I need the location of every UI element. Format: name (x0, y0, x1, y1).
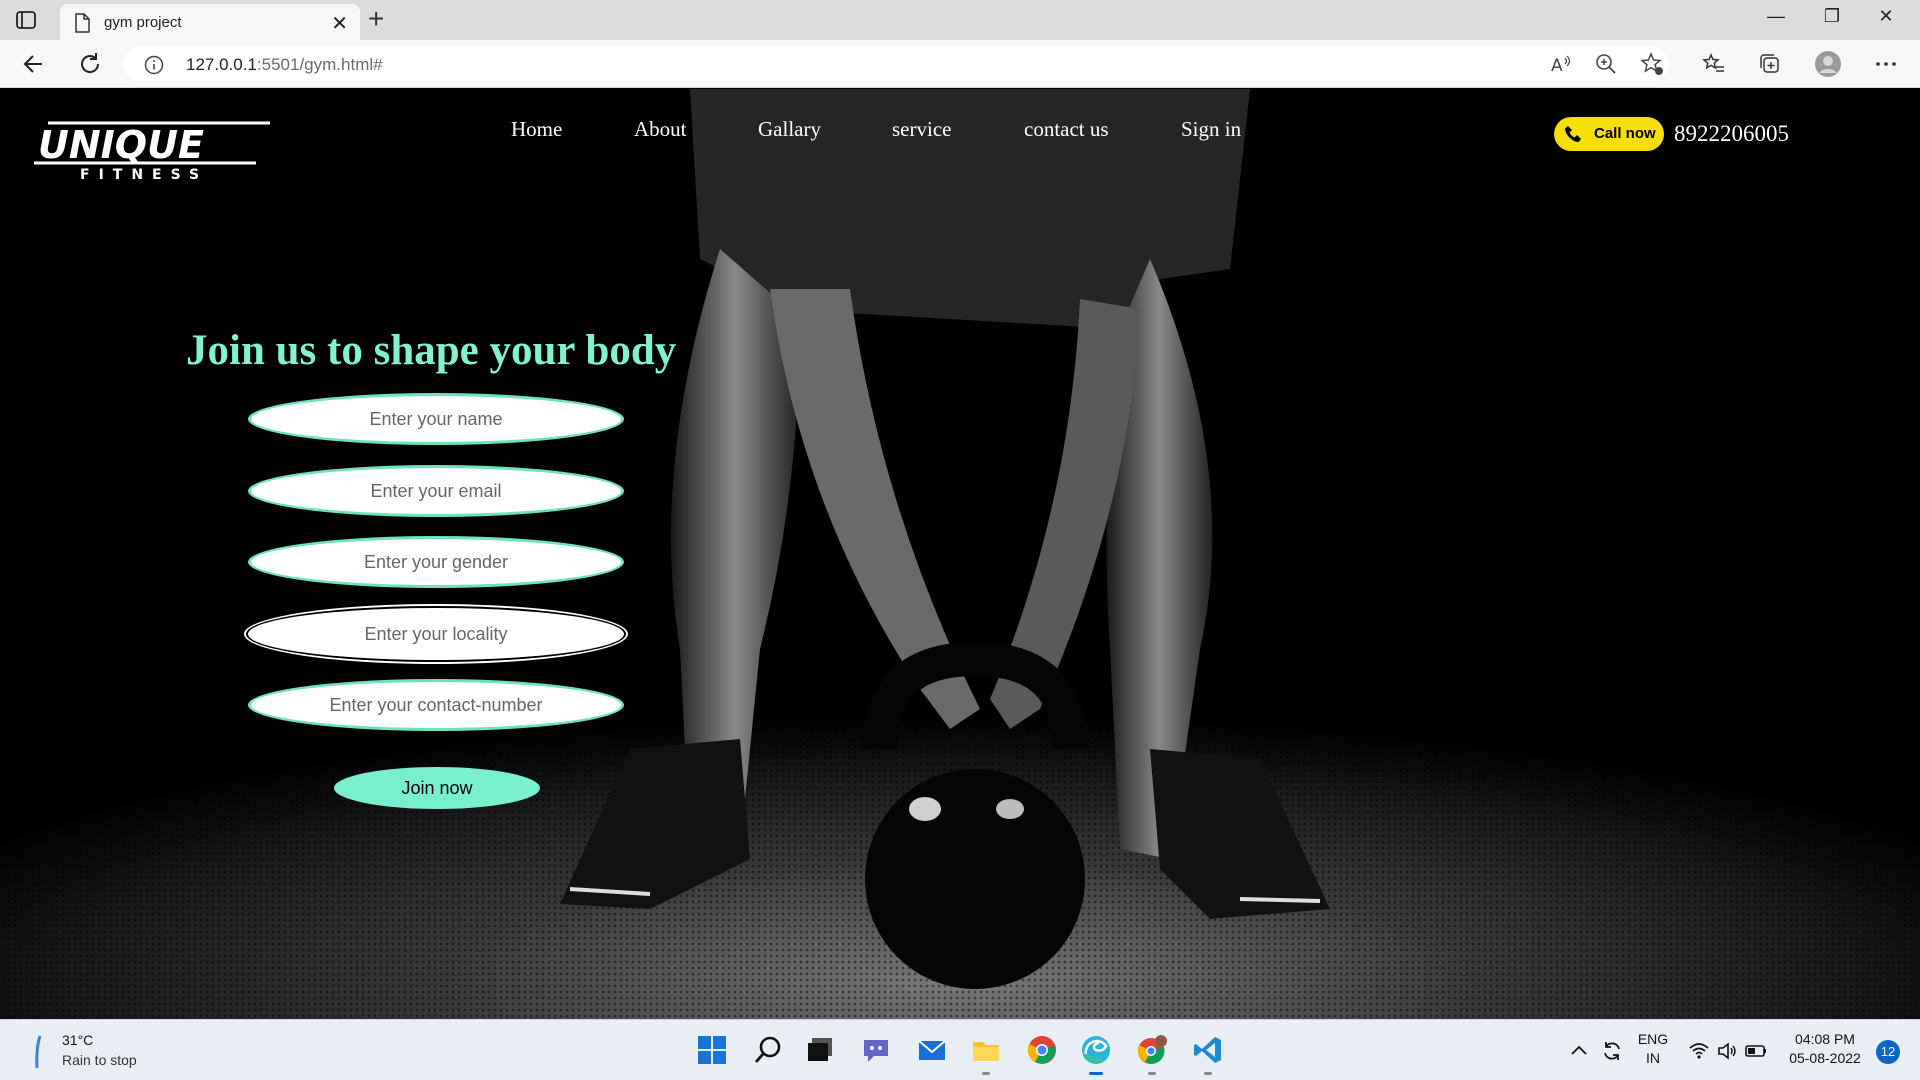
call-now-button[interactable]: Call now (1554, 117, 1664, 151)
call-now-label: Call now (1594, 125, 1656, 142)
address-bar[interactable]: 127.0.0.1:5501/gym.html# (124, 46, 1668, 82)
read-aloud-icon[interactable]: A (1549, 52, 1573, 76)
wifi-icon[interactable] (1688, 1040, 1710, 1062)
weather-temp: 31°C (62, 1032, 94, 1048)
logo-brand-text: UNIQUE (38, 123, 204, 167)
more-menu-icon[interactable] (1874, 52, 1898, 76)
tab-actions-icon[interactable] (14, 9, 38, 31)
nav-about[interactable]: About (634, 117, 687, 142)
show-hidden-icons-icon[interactable] (1568, 1040, 1590, 1062)
vscode-running-dot (1204, 1072, 1212, 1075)
site-info-icon[interactable] (144, 55, 164, 75)
restore-icon[interactable]: ❐ (1812, 6, 1852, 27)
add-favorite-icon[interactable] (1640, 52, 1664, 76)
clock-time: 04:08 PM (1795, 1031, 1855, 1047)
search-icon[interactable] (752, 1034, 784, 1066)
file-explorer-running-dot (982, 1072, 990, 1075)
vscode-icon[interactable] (1192, 1034, 1224, 1066)
taskbar: 31°C Rain to stop ENG IN 04:08 PM 05-08-… (0, 1019, 1920, 1080)
minimize-icon[interactable]: — (1756, 6, 1796, 27)
name-input[interactable] (248, 393, 624, 445)
clock[interactable]: 04:08 PM 05-08-2022 (1782, 1031, 1868, 1066)
url-host: 127.0.0.1 (186, 55, 257, 74)
battery-icon[interactable] (1744, 1040, 1768, 1062)
chrome-icon[interactable] (1026, 1034, 1058, 1066)
locality-input[interactable] (248, 608, 624, 660)
nav-contact-us[interactable]: contact us (1024, 117, 1109, 142)
tab-close-icon[interactable]: ✕ (331, 11, 348, 36)
page-headline: Join us to shape your body (186, 327, 677, 374)
rain-icon (35, 1035, 42, 1069)
refresh-icon[interactable] (76, 50, 104, 78)
weather-condition: Rain to stop (62, 1052, 137, 1068)
browser-tab-bar: gym project ✕ + — ❐ ✕ (0, 0, 1920, 40)
sync-icon[interactable] (1600, 1039, 1624, 1063)
region-code: IN (1646, 1050, 1660, 1066)
start-icon[interactable] (696, 1034, 728, 1066)
zoom-icon[interactable] (1594, 52, 1618, 76)
keyboard-language[interactable]: ENG IN (1636, 1031, 1670, 1066)
tab-title: gym project (104, 14, 182, 31)
contact-number-input[interactable] (248, 679, 624, 731)
task-view-icon[interactable] (804, 1034, 836, 1066)
clock-date: 05-08-2022 (1789, 1050, 1861, 1066)
teams-chat-icon[interactable] (860, 1034, 892, 1066)
email-input[interactable] (248, 465, 624, 517)
edge-icon[interactable] (1080, 1034, 1112, 1066)
chrome-profile-running-dot (1148, 1072, 1156, 1075)
url-text[interactable]: 127.0.0.1:5501/gym.html# (186, 55, 383, 75)
join-now-button[interactable]: Join now (334, 767, 540, 809)
phone-icon (1565, 126, 1581, 142)
gym-page: UNIQUE FITNESS Home About Gallary servic… (0, 89, 1920, 1019)
nav-sign-in[interactable]: Sign in (1181, 117, 1241, 142)
file-explorer-icon[interactable] (970, 1034, 1002, 1066)
gender-input[interactable] (248, 536, 624, 588)
profile-avatar-icon[interactable] (1814, 50, 1842, 78)
logo-sub-text: FITNESS (80, 167, 208, 183)
phone-number: 8922206005 (1674, 121, 1789, 146)
browser-toolbar: 127.0.0.1:5501/gym.html# A (0, 40, 1920, 88)
favorites-icon[interactable] (1702, 52, 1726, 76)
nav-gallery[interactable]: Gallary (758, 117, 821, 142)
language-code: ENG (1637, 1031, 1669, 1047)
back-icon[interactable] (20, 50, 48, 78)
url-path: :5501/gym.html# (256, 55, 383, 74)
svg-text:A: A (1551, 56, 1563, 76)
new-tab-icon[interactable]: + (368, 4, 384, 34)
site-logo[interactable]: UNIQUE FITNESS (30, 117, 274, 183)
collections-icon[interactable] (1758, 52, 1782, 76)
nav-service[interactable]: service (892, 117, 951, 142)
mail-icon[interactable] (916, 1034, 948, 1066)
chrome-profile-icon[interactable] (1136, 1034, 1168, 1066)
page-icon (75, 13, 90, 33)
volume-icon[interactable] (1716, 1040, 1738, 1062)
notification-badge[interactable]: 12 (1876, 1040, 1900, 1064)
window-close-icon[interactable]: ✕ (1866, 6, 1906, 27)
edge-active-indicator (1089, 1072, 1103, 1075)
nav-home[interactable]: Home (511, 117, 562, 142)
browser-tab[interactable]: gym project ✕ (60, 4, 360, 40)
